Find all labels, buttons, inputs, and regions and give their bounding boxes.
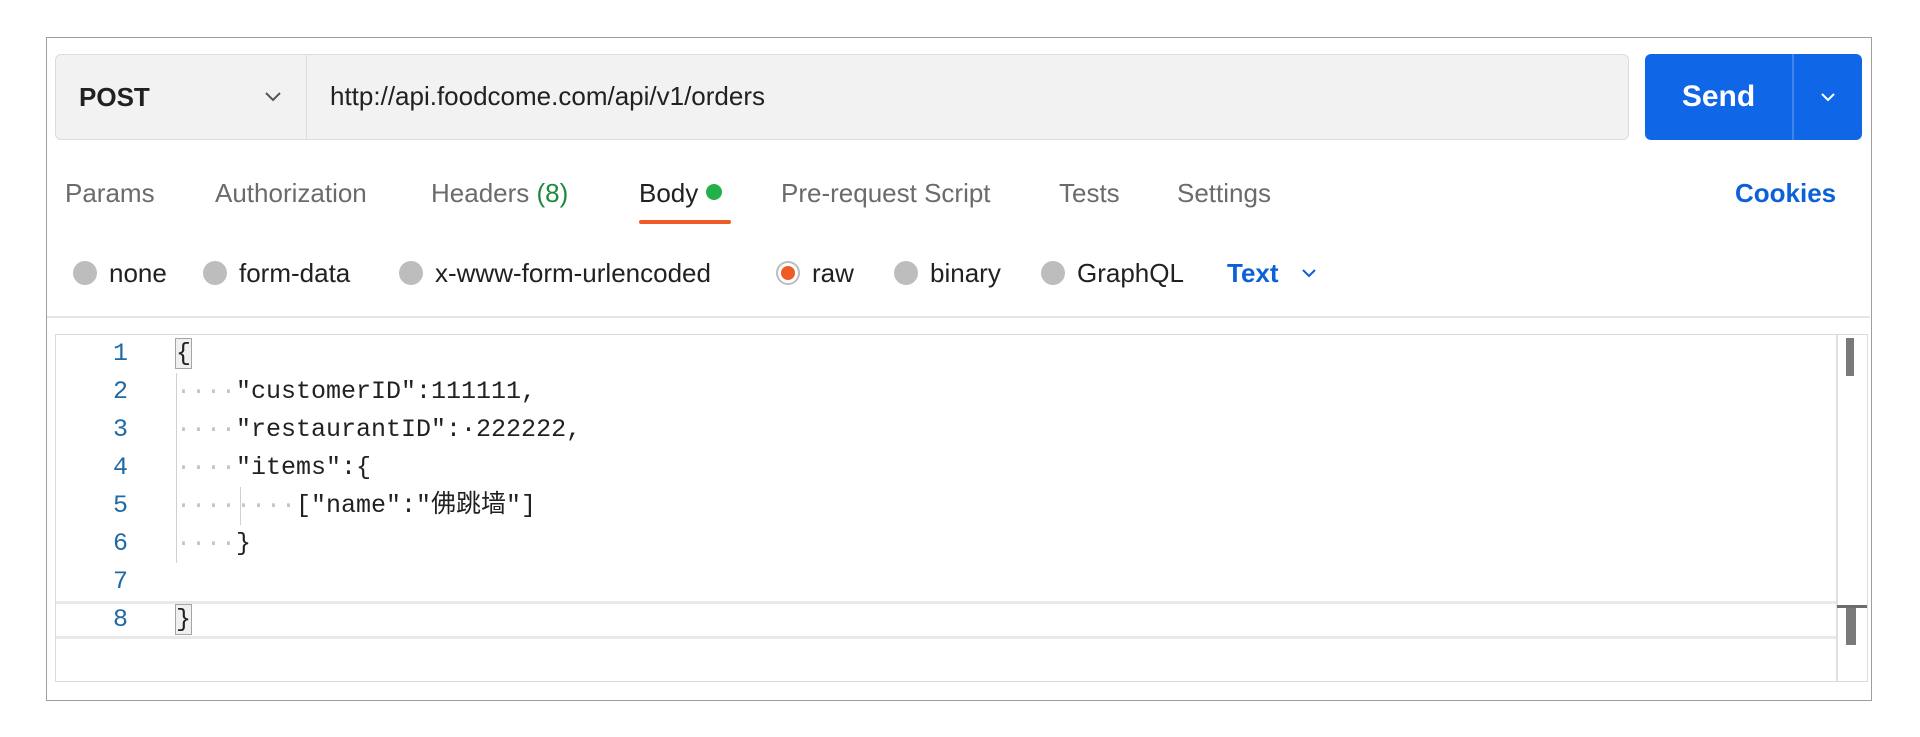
radio-circle — [73, 261, 97, 285]
code-text: "customerID":111111, — [236, 377, 537, 406]
request-panel: POST Send Params Authorization Headers (… — [46, 37, 1872, 701]
divider — [47, 316, 1870, 318]
code-text-line: ····} — [176, 525, 251, 563]
line-number: 8 — [112, 605, 128, 634]
tab-label: Pre-request Script — [781, 178, 991, 208]
radio-label: binary — [930, 257, 1001, 288]
tab-tests[interactable]: Tests — [1059, 178, 1120, 209]
radio-graphql[interactable]: GraphQL — [1041, 256, 1184, 290]
line-number: 7 — [112, 567, 128, 596]
code-line: 5 ········["name":"佛跳墙"] — [56, 487, 1836, 525]
radio-label: raw — [812, 257, 854, 288]
chevron-down-icon — [1301, 269, 1316, 278]
method-label: POST — [79, 82, 150, 112]
tab-pre-request-script[interactable]: Pre-request Script — [781, 178, 991, 209]
code-line: 6 ····} — [56, 525, 1836, 563]
radio-x-www-form-urlencoded[interactable]: x-www-form-urlencoded — [399, 256, 711, 290]
code-line: 8 } — [56, 601, 1836, 639]
code-text: ["name":"佛跳墙"] — [296, 491, 537, 520]
whitespace-marker: ···· — [176, 377, 237, 406]
radio-label: form-data — [239, 257, 351, 288]
code-text: "items":{ — [236, 453, 372, 482]
chevron-down-icon — [265, 92, 281, 102]
whitespace-marker: ···· — [176, 453, 237, 482]
radio-label: x-www-form-urlencoded — [435, 257, 711, 288]
code-text: { — [174, 335, 193, 373]
cursor-position-marker — [1837, 605, 1867, 645]
whitespace-marker: ···· — [176, 415, 237, 444]
tab-label: Params — [65, 178, 155, 208]
line-number: 3 — [112, 415, 128, 444]
line-number: 5 — [112, 491, 128, 520]
code-text: } — [174, 604, 193, 635]
radio-circle — [203, 261, 227, 285]
line-number: 2 — [112, 377, 128, 406]
code-text-line: } — [174, 601, 193, 639]
radio-circle — [894, 261, 918, 285]
cursor-marker-stem — [1846, 608, 1856, 645]
radio-binary[interactable]: binary — [894, 256, 1001, 290]
whitespace-marker: ········ — [176, 491, 297, 520]
send-button[interactable]: Send — [1645, 54, 1792, 140]
code-line: 7 — [56, 563, 1836, 601]
line-number: 6 — [112, 529, 128, 558]
tab-settings[interactable]: Settings — [1177, 178, 1271, 209]
code-line: 3 ····"restaurantID":·222222, — [56, 411, 1836, 449]
radio-none[interactable]: none — [73, 256, 167, 290]
code-line: 2 ····"customerID":111111, — [56, 373, 1836, 411]
scrollbar-thumb[interactable] — [1846, 338, 1854, 376]
code-text-line: ····"items":{ — [176, 449, 371, 487]
headers-count: (8) — [536, 178, 569, 208]
code-editor[interactable]: 1 { 2 ····"customerID":111111, 3 ····"re… — [55, 334, 1868, 682]
tab-label: Headers — [431, 178, 530, 208]
line-number: 1 — [112, 339, 128, 368]
code-text: { — [174, 338, 193, 369]
code-text-line: ····"restaurantID":·222222, — [176, 411, 581, 449]
tab-headers[interactable]: Headers (8) — [431, 178, 568, 209]
code-line: 1 { — [56, 335, 1836, 373]
radio-label: GraphQL — [1077, 257, 1184, 288]
radio-circle — [1041, 261, 1065, 285]
whitespace-marker: ···· — [176, 529, 237, 558]
cookies-link[interactable]: Cookies — [1735, 178, 1836, 209]
tab-label: Settings — [1177, 178, 1271, 208]
radio-label: none — [109, 257, 167, 288]
code-text: "restaurantID":·222222, — [236, 415, 582, 444]
tab-label: Body — [639, 178, 699, 208]
radio-form-data[interactable]: form-data — [203, 256, 350, 290]
radio-raw[interactable]: raw — [776, 256, 854, 290]
line-number: 4 — [112, 453, 128, 482]
raw-format-label: Text — [1227, 257, 1279, 288]
radio-circle-checked — [776, 261, 800, 285]
tab-label: Tests — [1059, 178, 1120, 208]
tab-body[interactable]: Body — [639, 178, 723, 209]
url-bar: POST — [55, 54, 1629, 140]
url-input[interactable] — [330, 71, 1610, 121]
code-line: 4 ····"items":{ — [56, 449, 1836, 487]
tab-authorization[interactable]: Authorization — [215, 178, 367, 209]
chevron-down-icon — [1821, 93, 1835, 102]
tab-params[interactable]: Params — [65, 178, 155, 209]
send-button-group: Send — [1645, 54, 1862, 140]
code-text: } — [236, 529, 252, 558]
radio-circle — [399, 261, 423, 285]
active-tab-underline — [639, 220, 731, 224]
send-options-button[interactable] — [1794, 54, 1862, 140]
method-select[interactable]: POST — [56, 55, 307, 139]
tab-label: Authorization — [215, 178, 367, 208]
code-text-line: ····"customerID":111111, — [176, 373, 536, 411]
raw-format-select[interactable]: Text — [1227, 256, 1319, 290]
code-text-line: ········["name":"佛跳墙"] — [176, 487, 536, 525]
body-indicator-dot — [706, 184, 723, 200]
